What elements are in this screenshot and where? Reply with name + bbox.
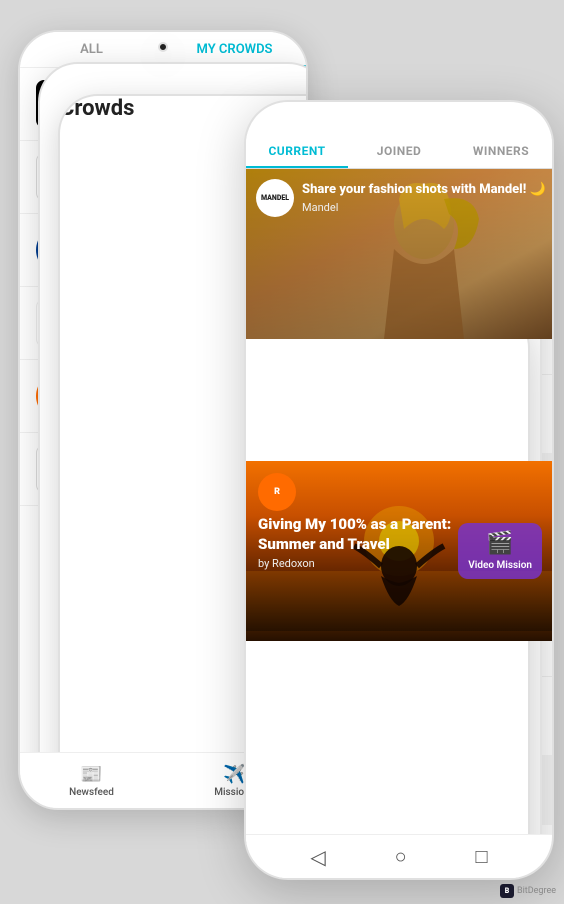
- video-icon: 🎬: [486, 531, 513, 556]
- bitdegree-icon: B: [500, 884, 514, 898]
- mission-brand-name: Mandel: [302, 201, 546, 214]
- video-mission-badge: 🎬 Video Mission: [458, 523, 542, 579]
- android-nav-bar: ◁ ○ □: [246, 834, 552, 878]
- mission-image-mandel: MANDEL Share your fashion shots with Man…: [246, 169, 552, 339]
- video-label: Video Mission: [468, 560, 532, 571]
- mission-title: Share your fashion shots with Mandel! 🌙: [302, 182, 546, 199]
- tab-winners[interactable]: WINNERS: [450, 134, 552, 168]
- back-button[interactable]: ◁: [310, 845, 325, 869]
- redoxon-brand: by Redoxon: [258, 557, 462, 570]
- tab-joined[interactable]: JOINED: [348, 134, 450, 168]
- home-button[interactable]: ○: [395, 844, 407, 869]
- watermark: B BitDegree: [500, 884, 556, 898]
- newsfeed-label: Newsfeed: [69, 787, 114, 798]
- missions-nav-icon: ✈️: [223, 764, 245, 785]
- nav-newsfeed[interactable]: 📰 Newsfeed: [20, 764, 163, 798]
- camera-notch-back: [158, 42, 168, 52]
- bitdegree-icon-letter: B: [505, 887, 510, 895]
- mission-image-redoxon: R Giving My 100% as a Parent: Summer and…: [246, 461, 552, 641]
- recent-button[interactable]: □: [475, 844, 487, 869]
- mandel-badge: MANDEL: [256, 179, 294, 217]
- redoxon-badge: R: [258, 473, 296, 511]
- redoxon-title: Giving My 100% as a Parent: Summer and T…: [258, 515, 462, 554]
- missions-phone: ☰ Missions 🔍 CURRENT JOINED WINNERS: [244, 100, 554, 880]
- watermark-text: BitDegree: [517, 886, 556, 896]
- newsfeed-icon: 📰: [80, 764, 102, 785]
- missions-tabs: CURRENT JOINED WINNERS: [246, 134, 552, 169]
- redoxon-brand-row: R Giving My 100% as a Parent: Summer and…: [258, 473, 462, 570]
- tab-current[interactable]: CURRENT: [246, 134, 348, 168]
- brand-row: MANDEL Share your fashion shots with Man…: [256, 179, 546, 217]
- mission-title-group: Share your fashion shots with Mandel! 🌙 …: [302, 182, 546, 214]
